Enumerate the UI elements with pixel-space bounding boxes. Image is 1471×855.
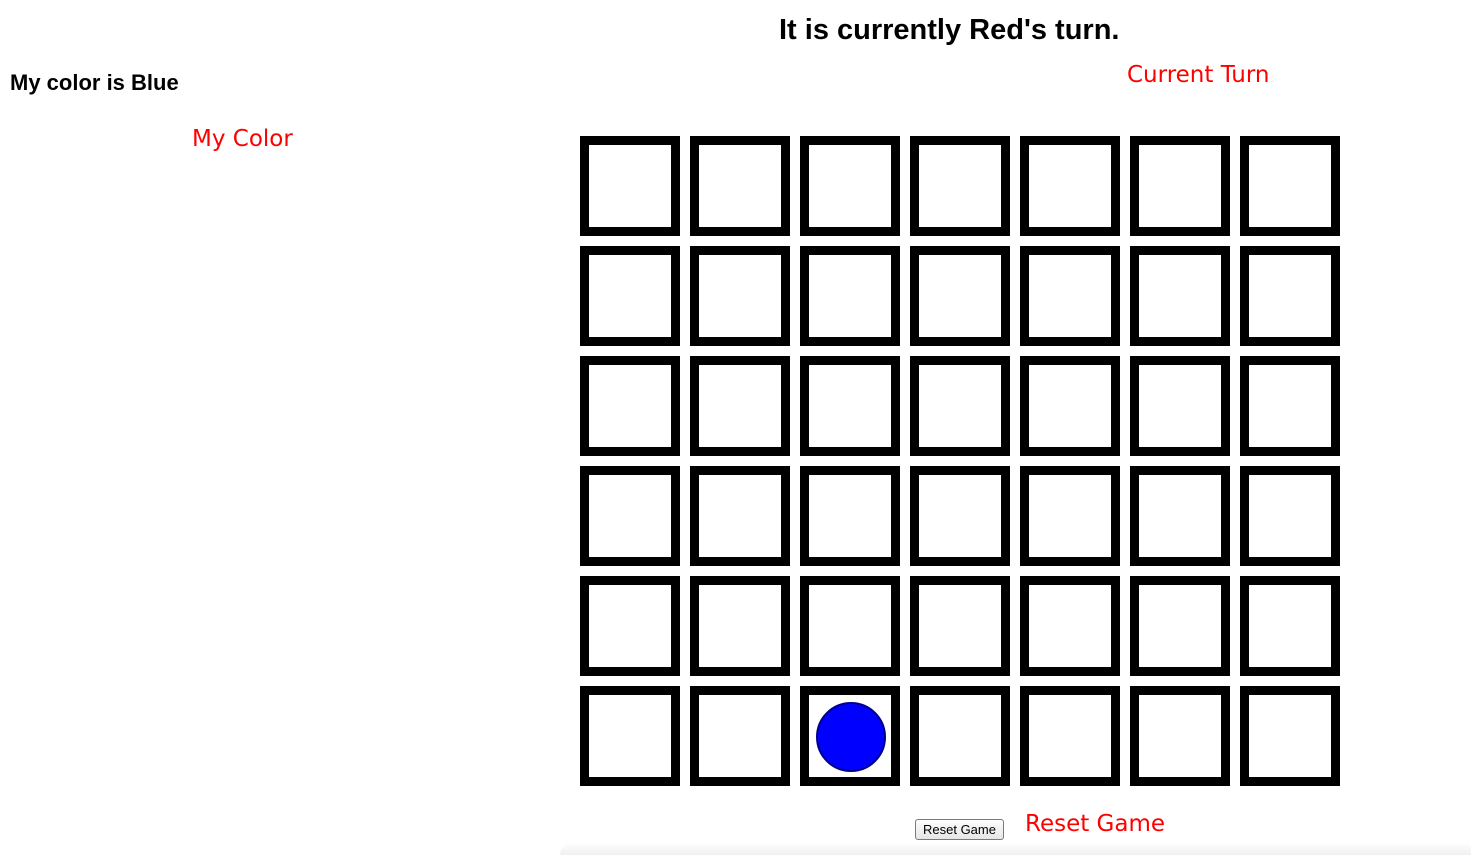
board-cell[interactable] — [1240, 356, 1340, 456]
board-cell[interactable] — [580, 576, 680, 676]
board-cell[interactable] — [800, 356, 900, 456]
current-turn-heading: It is currently Red's turn. — [779, 14, 1120, 46]
board-cell[interactable] — [1020, 686, 1120, 786]
board-cell[interactable] — [910, 576, 1010, 676]
board-cell[interactable] — [690, 686, 790, 786]
board-cell[interactable] — [1020, 356, 1120, 456]
board-cell[interactable] — [800, 686, 900, 786]
board-cell[interactable] — [1130, 686, 1230, 786]
board-cell[interactable] — [1130, 136, 1230, 236]
board-cell[interactable] — [800, 246, 900, 346]
current-turn-annotation: Current Turn — [1127, 62, 1270, 88]
reset-game-button[interactable]: Reset Game — [915, 819, 1004, 840]
bottom-shadow — [560, 842, 1471, 855]
board-cell[interactable] — [1130, 246, 1230, 346]
blue-piece — [816, 702, 886, 772]
board-cell[interactable] — [910, 686, 1010, 786]
board-cell[interactable] — [690, 136, 790, 236]
board-cell[interactable] — [1020, 576, 1120, 676]
game-board — [580, 136, 1340, 786]
board-cell[interactable] — [1130, 576, 1230, 676]
board-cell[interactable] — [1240, 576, 1340, 676]
board-cell[interactable] — [690, 576, 790, 676]
board-cell[interactable] — [910, 356, 1010, 456]
board-cell[interactable] — [1020, 136, 1120, 236]
board-cell[interactable] — [580, 466, 680, 566]
board-cell[interactable] — [690, 246, 790, 346]
board-cell[interactable] — [690, 356, 790, 456]
board-cell[interactable] — [1020, 246, 1120, 346]
board-cell[interactable] — [580, 686, 680, 786]
board-cell[interactable] — [1130, 466, 1230, 566]
board-cell[interactable] — [580, 356, 680, 456]
my-color-annotation: My Color — [192, 126, 293, 152]
board-cell[interactable] — [1240, 136, 1340, 236]
board-cell[interactable] — [910, 136, 1010, 236]
board-cell[interactable] — [580, 246, 680, 346]
board-cell[interactable] — [1240, 466, 1340, 566]
board-cell[interactable] — [1240, 686, 1340, 786]
board-cell[interactable] — [910, 466, 1010, 566]
board-cell[interactable] — [1130, 356, 1230, 456]
board-cell[interactable] — [800, 576, 900, 676]
board-cell[interactable] — [580, 136, 680, 236]
my-color-label: My color is Blue — [10, 70, 179, 95]
board-cell[interactable] — [1020, 466, 1120, 566]
board-cell[interactable] — [690, 466, 790, 566]
board-cell[interactable] — [1240, 246, 1340, 346]
reset-game-annotation: Reset Game — [1025, 811, 1166, 837]
board-cell[interactable] — [800, 136, 900, 236]
board-cell[interactable] — [910, 246, 1010, 346]
board-cell[interactable] — [800, 466, 900, 566]
